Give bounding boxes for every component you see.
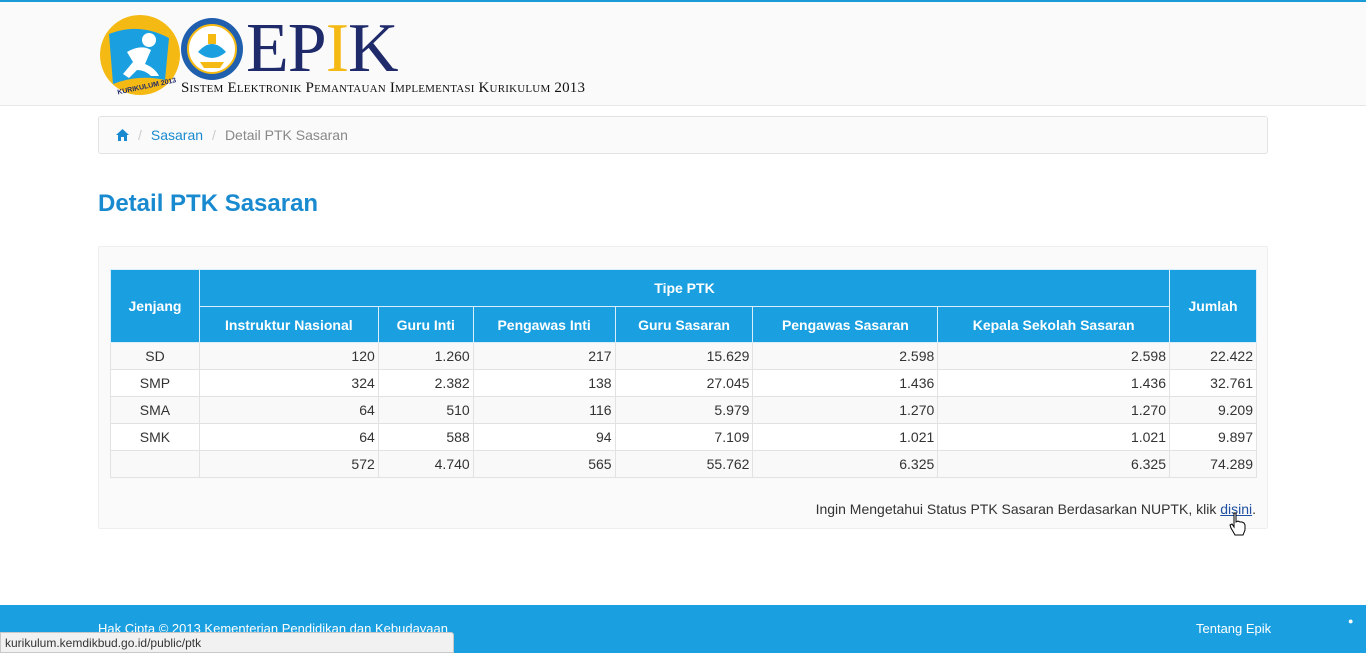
content-panel: Jenjang Tipe PTK Jumlah Instruktur Nasio… (98, 246, 1268, 529)
kurikulum-2013-logo[interactable]: KURIKULUM 2013 (99, 14, 181, 96)
nuptk-note-end: . (1252, 501, 1256, 517)
breadcrumb-separator: / (212, 127, 216, 143)
cell-value: 7.109 (614, 423, 754, 451)
cell-value: 1.021 (937, 423, 1171, 451)
cell-value: 1.436 (752, 369, 939, 397)
cell-value: 6.325 (937, 450, 1171, 478)
cell-value: 4.740 (377, 450, 474, 478)
col-group-tipe-ptk: Tipe PTK (198, 269, 1171, 307)
breadcrumb-current: Detail PTK Sasaran (224, 127, 348, 143)
cell-value: 1.270 (752, 396, 939, 424)
site-subtitle: Sistem Elektronik Pemantauan Implementas… (181, 80, 586, 96)
breadcrumb: / Sasaran / Detail PTK Sasaran (98, 116, 1268, 154)
col-header-pengawas-sasaran: Pengawas Sasaran (752, 306, 939, 343)
tut-wuri-handayani-emblem (181, 18, 243, 80)
browser-status-bar: kurikulum.kemdikbud.go.id/public/ptk (0, 632, 454, 653)
footer-about-link[interactable]: Tentang Epik (1196, 621, 1271, 636)
cell-jenjang: SMA (110, 396, 200, 424)
table-row: SMP 324 2.382 138 27.045 1.436 1.436 32.… (110, 369, 1257, 397)
hand-cursor-icon (1229, 512, 1246, 536)
table-row: SMK 64 588 94 7.109 1.021 1.021 9.897 (110, 423, 1257, 451)
cell-value: 5.979 (614, 396, 754, 424)
cell-value: 1.260 (377, 342, 474, 370)
breadcrumb-separator: / (138, 127, 142, 143)
cell-jenjang: SD (110, 342, 200, 370)
cell-value: 138 (472, 369, 616, 397)
table-row-total: 572 4.740 565 55.762 6.325 6.325 74.289 (110, 450, 1257, 478)
home-icon[interactable] (116, 129, 129, 141)
col-header-kepala-sekolah-sasaran: Kepala Sekolah Sasaran (937, 306, 1171, 343)
cell-total: 32.761 (1169, 369, 1257, 397)
scroll-top-icon[interactable]: ● (1348, 616, 1353, 626)
cell-value: 27.045 (614, 369, 754, 397)
table-row: SD 120 1.260 217 15.629 2.598 2.598 22.4… (110, 342, 1257, 370)
col-header-guru-inti: Guru Inti (377, 306, 474, 343)
cell-total: 22.422 (1169, 342, 1257, 370)
cell-jenjang: SMK (110, 423, 200, 451)
table-row: SMA 64 510 116 5.979 1.270 1.270 9.209 (110, 396, 1257, 424)
cell-value: 94 (472, 423, 616, 451)
cell-value: 120 (198, 342, 379, 370)
col-header-instruktur-nasional: Instruktur Nasional (198, 306, 379, 343)
cell-value: 588 (377, 423, 474, 451)
ptk-table: Jenjang Tipe PTK Jumlah Instruktur Nasio… (110, 269, 1257, 478)
cell-value: 64 (198, 396, 379, 424)
breadcrumb-sasaran[interactable]: Sasaran (151, 127, 203, 143)
col-header-jenjang: Jenjang (110, 269, 200, 343)
cell-value: 2.598 (937, 342, 1171, 370)
cell-value: 55.762 (614, 450, 754, 478)
cell-value: 1.021 (752, 423, 939, 451)
cell-value: 64 (198, 423, 379, 451)
cell-value: 2.382 (377, 369, 474, 397)
cell-value: 565 (472, 450, 616, 478)
nuptk-note-text: Ingin Mengetahui Status PTK Sasaran Berd… (815, 501, 1221, 517)
cell-value: 1.270 (937, 396, 1171, 424)
nuptk-note: Ingin Mengetahui Status PTK Sasaran Berd… (816, 501, 1256, 517)
cell-value: 116 (472, 396, 616, 424)
cell-value: 510 (377, 396, 474, 424)
cell-value: 572 (198, 450, 379, 478)
cell-jenjang: SMP (110, 369, 200, 397)
site-header: KURIKULUM 2013 EPIK Sistem Elektronik Pe… (0, 2, 1366, 106)
col-header-guru-sasaran: Guru Sasaran (614, 306, 754, 343)
cell-value: 324 (198, 369, 379, 397)
cell-total: 74.289 (1169, 450, 1257, 478)
cell-value: 6.325 (752, 450, 939, 478)
cell-jenjang (110, 450, 200, 478)
cell-total: 9.209 (1169, 396, 1257, 424)
col-header-jumlah: Jumlah (1169, 269, 1257, 343)
epik-logo-text: EPIK (246, 10, 399, 87)
cell-value: 2.598 (752, 342, 939, 370)
cell-value: 15.629 (614, 342, 754, 370)
cell-value: 1.436 (937, 369, 1171, 397)
cell-value: 217 (472, 342, 616, 370)
col-header-pengawas-inti: Pengawas Inti (472, 306, 616, 343)
page-title: Detail PTK Sasaran (98, 190, 319, 217)
cell-total: 9.897 (1169, 423, 1257, 451)
